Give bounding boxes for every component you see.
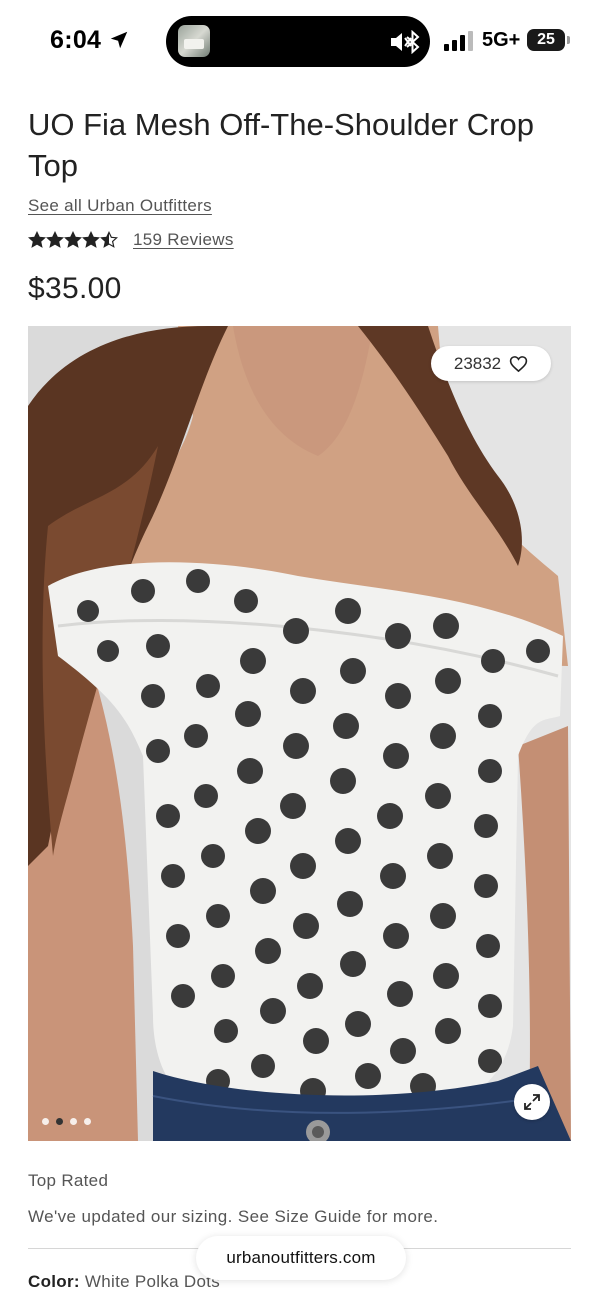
now-playing-thumbnail [178, 25, 210, 57]
color-selection: Color: White Polka Dots [28, 1272, 220, 1292]
carousel-dot[interactable] [56, 1118, 63, 1125]
product-image-carousel[interactable]: 23832 [28, 326, 571, 1141]
star-icon [100, 231, 118, 248]
star-icon [46, 231, 64, 248]
carousel-dot[interactable] [70, 1118, 77, 1125]
star-icon [82, 231, 100, 248]
rating-stars [28, 231, 118, 249]
wishlist-count: 23832 [453, 353, 502, 373]
carousel-dots[interactable] [42, 1118, 91, 1125]
dynamic-island[interactable] [166, 16, 430, 67]
bluetooth-icon [406, 30, 420, 54]
sizing-note[interactable]: We've updated our sizing. See Size Guide… [28, 1207, 438, 1227]
top-rated-badge: Top Rated [28, 1171, 109, 1190]
heart-icon [509, 355, 528, 372]
url-text: urbanoutfitters.com [226, 1248, 376, 1267]
color-value: White Polka Dots [84, 1272, 221, 1291]
expand-icon [524, 1094, 540, 1110]
expand-image-button[interactable] [514, 1084, 550, 1120]
reviews-link[interactable]: 159 Reviews [133, 230, 234, 250]
status-time: 6:04 [50, 26, 102, 54]
star-icon [64, 231, 82, 248]
product-photo [28, 326, 571, 1141]
status-bar: 6:04 5G+ 25 [0, 0, 600, 82]
carousel-dot[interactable] [42, 1118, 49, 1125]
carousel-dot[interactable] [84, 1118, 91, 1125]
wishlist-button[interactable]: 23832 [431, 346, 551, 381]
product-price: $35.00 [28, 272, 122, 305]
network-type: 5G+ [482, 29, 521, 51]
cellular-signal-icon [444, 31, 473, 51]
product-title: UO Fia Mesh Off-The-Shoulder Crop Top [28, 107, 534, 183]
location-arrow-icon [110, 31, 128, 49]
product-rating[interactable]: 159 Reviews [28, 228, 234, 252]
star-icon [28, 231, 46, 248]
color-label: Color: [28, 1272, 80, 1291]
see-all-brand-link[interactable]: See all Urban Outfitters [28, 196, 212, 216]
battery-indicator: 25 [527, 29, 570, 51]
browser-address-bar[interactable]: urbanoutfitters.com [196, 1236, 406, 1280]
